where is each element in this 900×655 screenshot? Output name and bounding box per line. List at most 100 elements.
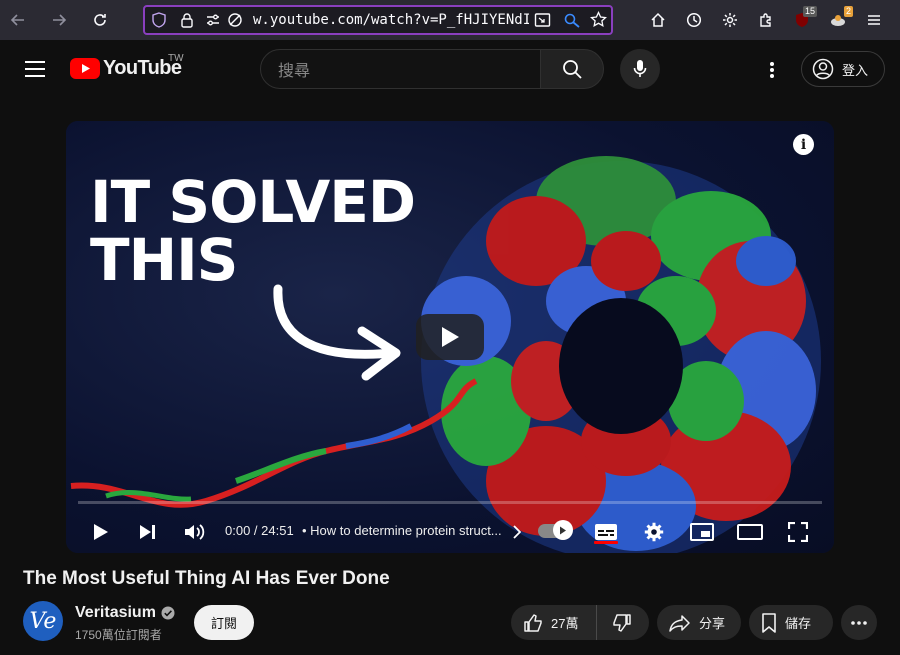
extension-badge-2: 2	[843, 6, 853, 17]
shield-icon	[152, 12, 166, 28]
time-display: 0:00 / 24:51	[225, 523, 294, 538]
home-button[interactable]	[640, 0, 676, 40]
subscribe-label: 訂閱	[210, 616, 237, 631]
play-small-icon	[560, 526, 566, 534]
video-player[interactable]: IT SOLVED THIS i 0:00 / 24:51 • How to d…	[66, 121, 834, 553]
hamburger-menu-icon	[868, 15, 880, 25]
info-button[interactable]: i	[793, 134, 814, 155]
bookmark-star-icon	[590, 11, 607, 27]
theater-icon	[737, 524, 763, 540]
chapter-title[interactable]: • How to determine protein struct...	[302, 523, 502, 538]
reload-button[interactable]	[82, 0, 118, 40]
play-icon	[94, 524, 108, 540]
arrow-left-icon	[10, 14, 24, 26]
ublock-extension-button[interactable]: 15	[784, 0, 820, 40]
save-label: 儲存	[785, 616, 812, 631]
extension-badge: 15	[802, 6, 817, 17]
forward-button[interactable]	[41, 0, 77, 40]
settings-button[interactable]	[639, 517, 669, 547]
headline-line-2: THIS	[90, 226, 238, 294]
search-button[interactable]	[540, 49, 604, 89]
chapter-chevron-button[interactable]	[502, 517, 532, 547]
settings-more-button[interactable]	[760, 58, 784, 82]
fullscreen-icon	[788, 522, 808, 542]
large-play-button[interactable]	[416, 314, 484, 360]
back-button[interactable]	[0, 0, 36, 40]
app-menu-button[interactable]	[856, 0, 892, 40]
progress-bar[interactable]	[78, 501, 822, 504]
avatar-text: Ve	[29, 608, 57, 634]
video-title: The Most Useful Thing AI Has Ever Done	[23, 568, 390, 589]
search-input[interactable]: 搜尋	[260, 49, 541, 89]
headline-line-1: IT SOLVED	[90, 168, 416, 236]
skip-next-icon	[140, 525, 155, 539]
mute-button[interactable]	[180, 517, 210, 547]
thumbs-up-icon	[524, 613, 542, 632]
share-button[interactable]: 分享	[657, 605, 741, 640]
hamburger-menu-icon	[25, 61, 45, 77]
gear-icon	[723, 13, 737, 27]
subtitles-active-indicator	[594, 541, 618, 544]
autoplay-knob[interactable]	[553, 520, 573, 540]
youtube-logo[interactable]: YouTube TW	[70, 53, 184, 80]
chevron-right-icon	[513, 525, 521, 539]
extension-button-2[interactable]: 2	[820, 0, 856, 40]
url-text[interactable]: w.youtube.com/watch?v=P_fHJIYENdI	[253, 12, 529, 28]
share-icon	[669, 614, 690, 632]
thumbnail-headline: IT SOLVED THIS	[90, 168, 416, 294]
play-button[interactable]	[86, 517, 116, 547]
autoplay-blocked-icon	[228, 13, 242, 27]
channel-name-link[interactable]: Veritasium	[75, 604, 175, 622]
like-button[interactable]: 27萬	[511, 605, 597, 640]
volume-icon	[185, 524, 205, 540]
bookmark-icon	[762, 612, 776, 633]
reload-icon	[94, 14, 106, 26]
picture-in-picture-icon	[534, 13, 551, 27]
permissions-icon	[207, 14, 219, 26]
verified-icon	[161, 606, 175, 620]
guide-menu-button[interactable]	[24, 60, 46, 83]
subscribe-button[interactable]: 訂閱	[194, 605, 254, 640]
miniplayer-button[interactable]	[687, 517, 717, 547]
puzzle-icon	[760, 13, 771, 27]
youtube-header: YouTube TW 搜尋 登入	[0, 40, 900, 98]
info-icon: i	[800, 136, 807, 153]
search-icon	[563, 60, 582, 79]
signin-label: 登入	[842, 62, 869, 78]
more-horizontal-icon	[851, 620, 867, 625]
theater-mode-button[interactable]	[735, 517, 765, 547]
extensions-button[interactable]	[748, 0, 784, 40]
settings-button[interactable]	[712, 0, 748, 40]
url-bar[interactable]: w.youtube.com/watch?v=P_fHJIYENdI	[143, 5, 613, 35]
more-actions-button[interactable]	[841, 605, 877, 640]
play-icon	[442, 327, 459, 347]
browser-toolbar-right: 15 2	[640, 0, 892, 40]
signin-button[interactable]: 登入	[801, 51, 885, 87]
microphone-icon	[633, 60, 647, 77]
player-controls: 0:00 / 24:51 • How to determine protein …	[66, 511, 834, 553]
channel-avatar[interactable]: Ve	[23, 601, 63, 641]
next-button[interactable]	[133, 517, 163, 547]
more-vertical-icon	[770, 62, 774, 78]
protein-strand-ribbon	[70, 378, 478, 508]
history-button[interactable]	[676, 0, 712, 40]
fullscreen-button[interactable]	[783, 517, 813, 547]
gear-icon	[644, 522, 664, 542]
miniplayer-icon	[690, 523, 714, 541]
browser-toolbar: w.youtube.com/watch?v=P_fHJIYENdI 15 2	[0, 0, 900, 40]
lock-icon	[181, 13, 193, 28]
account-circle-icon	[812, 58, 834, 80]
search-placeholder: 搜尋	[278, 63, 311, 80]
dislike-button[interactable]	[597, 605, 647, 640]
home-icon	[651, 12, 665, 27]
like-dislike-group: 27萬	[511, 605, 649, 640]
thumbs-down-icon	[613, 613, 631, 632]
channel-name: Veritasium	[75, 604, 156, 621]
clock-icon	[686, 12, 702, 28]
save-button[interactable]: 儲存	[749, 605, 833, 640]
subtitles-icon	[595, 524, 617, 540]
voice-search-button[interactable]	[620, 49, 660, 89]
chapter-text: How to determine protein struct...	[310, 523, 502, 538]
region-code: TW	[168, 53, 184, 64]
subscriber-count: 1750萬位訂閱者	[75, 628, 162, 642]
